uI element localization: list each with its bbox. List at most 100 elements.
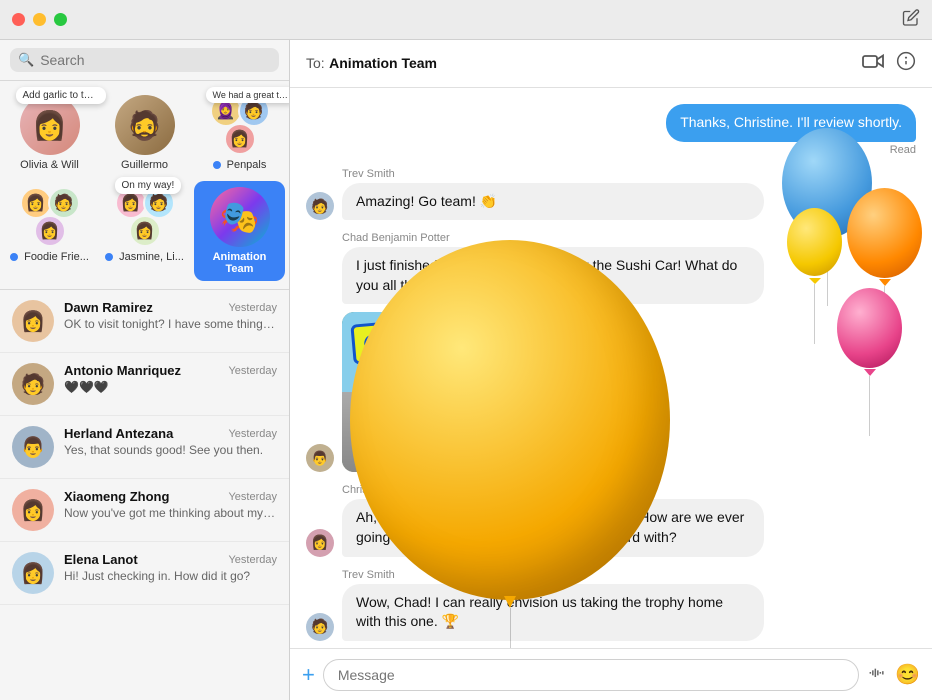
msg-received-chad1: 👨 Chad Benjamin Potter I just finished t…: [306, 232, 764, 472]
bubble-sent-1: Thanks, Christine. I'll review shortly.: [666, 104, 916, 142]
bubble-trev1: Amazing! Go team! 👏: [342, 183, 764, 221]
pinned-label-foodie: Foodie Frie...: [10, 251, 89, 263]
conv-name-herland: Herland Antezana: [64, 426, 173, 441]
olivia-will-tooltip: Add garlic to the butter, and then...: [16, 87, 106, 104]
video-call-button[interactable]: [862, 51, 884, 76]
msg-block-chad1: Chad Benjamin Potter I just finished the…: [342, 232, 764, 472]
conv-avatar-xiaomeng: 👩: [12, 489, 54, 531]
pinned-item-olivia-will[interactable]: 👩 Add garlic to the butter, and then... …: [4, 89, 95, 177]
sidebar: 🔍 👩 Add garlic to the butter, and then..…: [0, 40, 290, 700]
conv-preview-dawn: OK to visit tonight? I have some things …: [64, 317, 277, 331]
conv-preview-antonio: 🖤🖤🖤: [64, 380, 277, 394]
pinned-label-guillermo: Guillermo: [121, 159, 168, 171]
conv-item-dawn[interactable]: 👩 Dawn Ramirez Yesterday OK to visit ton…: [0, 290, 289, 353]
search-input-wrapper: 🔍: [10, 48, 279, 72]
group-avatar-jasmine: 👩 🧑 👩: [115, 187, 175, 247]
avatar-olivia-will: 👩: [20, 95, 80, 155]
conv-name-antonio: Antonio Manriquez: [64, 363, 181, 378]
window-controls: [12, 13, 67, 26]
minimize-button[interactable]: [33, 13, 46, 26]
balloon-small-yellow: [787, 208, 842, 344]
avatar-christine: 👩: [306, 529, 334, 557]
conv-content-antonio: Antonio Manriquez Yesterday 🖤🖤🖤: [64, 363, 277, 394]
chat-to-field: To: Animation Team: [306, 55, 437, 73]
audio-input-button[interactable]: [867, 662, 887, 688]
maximize-button[interactable]: [54, 13, 67, 26]
compose-button[interactable]: [902, 8, 920, 31]
conv-content-xiaomeng: Xiaomeng Zhong Yesterday Now you've got …: [64, 489, 277, 520]
msg-received-trev1: 🧑 Trev Smith Amazing! Go team! 👏: [306, 168, 764, 221]
group-avatar-foodie: 👩 🧑 👩: [20, 187, 80, 247]
bubble-trev2: Wow, Chad! I can really envision us taki…: [342, 584, 764, 641]
balloon-body-orange: [847, 188, 922, 278]
pinned-item-jasmine[interactable]: 👩 🧑 👩 On my way! Jasmine, Li...: [99, 181, 190, 281]
conv-content-dawn: Dawn Ramirez Yesterday OK to visit tonig…: [64, 300, 277, 331]
msg-block-trev1: Trev Smith Amazing! Go team! 👏: [342, 168, 764, 221]
conv-time-antonio: Yesterday: [228, 365, 277, 377]
balloon-body-small-yellow: [787, 208, 842, 276]
info-button[interactable]: [896, 51, 916, 76]
avatar-animation: 🎭: [210, 187, 270, 247]
avatar-wrapper-animation: 🎭: [210, 187, 270, 247]
balloon-pink: [837, 288, 902, 436]
avatar-wrapper-foodie: 👩 🧑 👩: [20, 187, 80, 247]
avatar-trev: 🧑: [306, 192, 334, 220]
conv-content-herland: Herland Antezana Yesterday Yes, that sou…: [64, 426, 277, 457]
avatar-wrapper: 👩 Add garlic to the butter, and then...: [20, 95, 80, 155]
balloon-string-small-yellow: [814, 284, 815, 344]
jasmine-tooltip: On my way!: [115, 177, 182, 194]
sushi-car-image: GO! ⚡ 🍣🏎️: [342, 312, 602, 472]
pinned-label-olivia-will: Olivia & Will: [20, 159, 79, 171]
emoji-button[interactable]: 😊: [895, 662, 920, 687]
conv-preview-xiaomeng: Now you've got me thinking about my next…: [64, 506, 277, 520]
pinned-item-animation-team[interactable]: 🎭 Animation Team: [194, 181, 285, 281]
message-input[interactable]: [323, 659, 859, 691]
msg-read-status: Read: [666, 144, 916, 156]
chat-to-label: To:: [306, 55, 325, 71]
sushi-car-emoji: 🍣🏎️: [372, 405, 472, 452]
add-attachment-button[interactable]: +: [302, 664, 315, 686]
sender-trev1: Trev Smith: [342, 168, 764, 180]
bubble-chad1: I just finished the latest renderings fo…: [342, 247, 764, 304]
pinned-label-animation: Animation Team: [198, 251, 281, 275]
group-avatar-penpals: 🧕 🧑 👩: [210, 95, 270, 155]
app-body: 🔍 👩 Add garlic to the butter, and then..…: [0, 40, 932, 700]
search-icon: 🔍: [18, 52, 34, 68]
penpals-tooltip: We had a great time. Home with...: [206, 87, 291, 103]
msg-block-christine1: Christine Huang Ah, it looks amazing, Ch…: [342, 484, 764, 556]
message-input-bar: + 😊: [290, 648, 932, 700]
balloon-string-orange: [884, 286, 885, 346]
avatar-wrapper-guillermo: 🧔: [115, 95, 175, 155]
avatar-trev2: 🧑: [306, 613, 334, 641]
conv-item-elena[interactable]: 👩 Elena Lanot Yesterday Hi! Just checkin…: [0, 542, 289, 605]
pinned-item-guillermo[interactable]: 🧔 Guillermo: [99, 89, 190, 177]
sender-trev2: Trev Smith: [342, 569, 764, 581]
msg-sent-1: Thanks, Christine. I'll review shortly. …: [666, 104, 916, 156]
conv-preview-herland: Yes, that sounds good! See you then.: [64, 443, 277, 457]
pinned-item-penpals[interactable]: 🧕 🧑 👩 We had a great time. Home with... …: [194, 89, 285, 177]
go-sticker: GO!: [350, 320, 417, 365]
bubble-christine1: Ah, it looks amazing, Chad! I love it so…: [342, 499, 764, 556]
conv-item-herland[interactable]: 👨 Herland Antezana Yesterday Yes, that s…: [0, 416, 289, 479]
chat-panel: To: Animation Team: [290, 40, 932, 700]
sender-chad1: Chad Benjamin Potter: [342, 232, 764, 244]
pinned-item-foodie[interactable]: 👩 🧑 👩 Foodie Frie...: [4, 181, 95, 281]
avatar-wrapper-jasmine: 👩 🧑 👩 On my way!: [115, 187, 175, 247]
search-bar: 🔍: [0, 40, 289, 81]
balloon-string-pink: [869, 376, 870, 436]
conv-item-antonio[interactable]: 🧑 Antonio Manriquez Yesterday 🖤🖤🖤: [0, 353, 289, 416]
avatar-guillermo: 🧔: [115, 95, 175, 155]
close-button[interactable]: [12, 13, 25, 26]
sender-christine1: Christine Huang: [342, 484, 764, 496]
conv-avatar-antonio: 🧑: [12, 363, 54, 405]
conv-item-xiaomeng[interactable]: 👩 Xiaomeng Zhong Yesterday Now you've go…: [0, 479, 289, 542]
conv-name-elena: Elena Lanot: [64, 552, 138, 567]
conv-preview-elena: Hi! Just checking in. How did it go?: [64, 569, 277, 583]
pinned-section: 👩 Add garlic to the butter, and then... …: [0, 81, 289, 290]
msg-block-trev2: Trev Smith Wow, Chad! I can really envis…: [342, 569, 764, 641]
messages-area[interactable]: Thanks, Christine. I'll review shortly. …: [290, 88, 932, 648]
search-input[interactable]: [40, 52, 271, 68]
avatar-chad: 👨: [306, 444, 334, 472]
conv-avatar-dawn: 👩: [12, 300, 54, 342]
avatar-wrapper-penpals: 🧕 🧑 👩 We had a great time. Home with...: [210, 95, 270, 155]
